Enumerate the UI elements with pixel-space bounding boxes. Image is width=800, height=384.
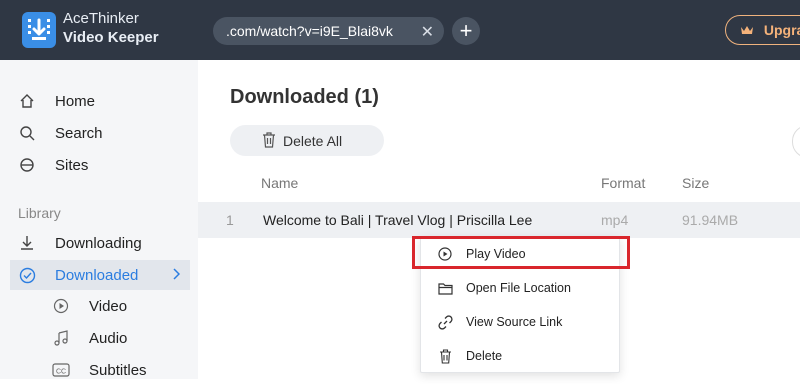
trash-icon	[262, 132, 276, 151]
column-header-size[interactable]: Size	[682, 175, 709, 191]
menu-item-label: View Source Link	[466, 315, 563, 329]
sidebar-item-search[interactable]: Search	[10, 118, 190, 148]
menu-item-label: Delete	[466, 349, 503, 363]
menu-item-play-video[interactable]: Play Video	[421, 237, 619, 271]
sidebar-subitem-label: Video	[89, 297, 128, 315]
column-header-format[interactable]: Format	[601, 175, 645, 191]
row-name: Welcome to Bali | Travel Vlog | Priscill…	[263, 212, 533, 228]
upgrade-label: Upgra	[763, 22, 800, 38]
sidebar-item-home[interactable]: Home	[10, 86, 190, 116]
column-header-name[interactable]: Name	[261, 175, 298, 191]
menu-item-label: Play Video	[466, 247, 526, 261]
folder-icon	[437, 280, 453, 296]
svg-text:CC: CC	[56, 369, 66, 376]
context-menu: Play Video Open File Location View Sourc…	[420, 236, 620, 373]
app-name-line1: AceThinker	[63, 10, 139, 27]
cc-icon: CC	[52, 361, 70, 379]
upgrade-button[interactable]: Upgra	[725, 15, 800, 45]
app-logo-icon	[22, 12, 56, 48]
sidebar-item-downloaded[interactable]: Downloaded	[10, 260, 190, 290]
library-heading: Library	[18, 205, 61, 221]
sites-icon	[18, 156, 36, 174]
close-tab-icon[interactable]: ✕	[421, 22, 434, 42]
menu-item-delete[interactable]: Delete	[421, 339, 619, 373]
add-tab-button[interactable]: +	[452, 17, 480, 45]
link-icon	[437, 314, 453, 330]
app-name: AceThinker Video Keeper	[63, 9, 159, 47]
play-circle-icon	[52, 297, 70, 315]
table-row[interactable]: 1 Welcome to Bali | Travel Vlog | Prisci…	[198, 202, 800, 238]
download-icon	[18, 234, 36, 252]
toolbar-partial-button[interactable]	[792, 125, 800, 158]
url-text: .com/watch?v=i9E_Blai8vk	[226, 23, 393, 39]
delete-all-label: Delete All	[283, 132, 343, 149]
sidebar-subitem-subtitles[interactable]: CC Subtitles	[52, 356, 147, 384]
play-circle-icon	[437, 246, 453, 262]
sidebar-subitem-audio[interactable]: Audio	[52, 324, 127, 352]
sidebar-subitem-label: Audio	[89, 329, 128, 347]
sidebar-item-label: Home	[55, 92, 96, 110]
app-name-line2: Video Keeper	[63, 29, 159, 46]
sidebar-subitem-video[interactable]: Video	[52, 292, 127, 320]
music-note-icon	[52, 329, 70, 347]
row-format: mp4	[601, 212, 629, 228]
sidebar-item-label: Downloading	[55, 234, 142, 252]
search-icon	[18, 124, 36, 142]
page-title: Downloaded (1)	[230, 86, 379, 108]
sidebar-item-label: Sites	[55, 156, 89, 174]
sidebar-item-label: Downloaded	[55, 266, 139, 284]
title-bar: AceThinker Video Keeper .com/watch?v=i9E…	[0, 0, 800, 60]
check-circle-icon	[18, 266, 36, 284]
sidebar-item-label: Search	[55, 124, 103, 142]
sidebar-item-downloading[interactable]: Downloading	[10, 228, 190, 258]
delete-all-button[interactable]: Delete All	[230, 125, 384, 156]
chevron-right-icon	[172, 267, 181, 283]
menu-item-open-file-location[interactable]: Open File Location	[421, 271, 619, 305]
menu-item-label: Open File Location	[466, 281, 571, 295]
sidebar-subitem-label: Subtitles	[89, 361, 147, 379]
crown-icon	[740, 22, 764, 38]
menu-item-view-source-link[interactable]: View Source Link	[421, 305, 619, 339]
table-header: Name Format Size	[198, 164, 800, 202]
url-tab[interactable]: .com/watch?v=i9E_Blai8vk ✕	[213, 17, 444, 45]
trash-icon	[437, 348, 453, 364]
row-index: 1	[226, 212, 234, 228]
sidebar-item-sites[interactable]: Sites	[10, 150, 190, 180]
home-icon	[18, 92, 36, 110]
row-size: 91.94MB	[682, 212, 739, 228]
